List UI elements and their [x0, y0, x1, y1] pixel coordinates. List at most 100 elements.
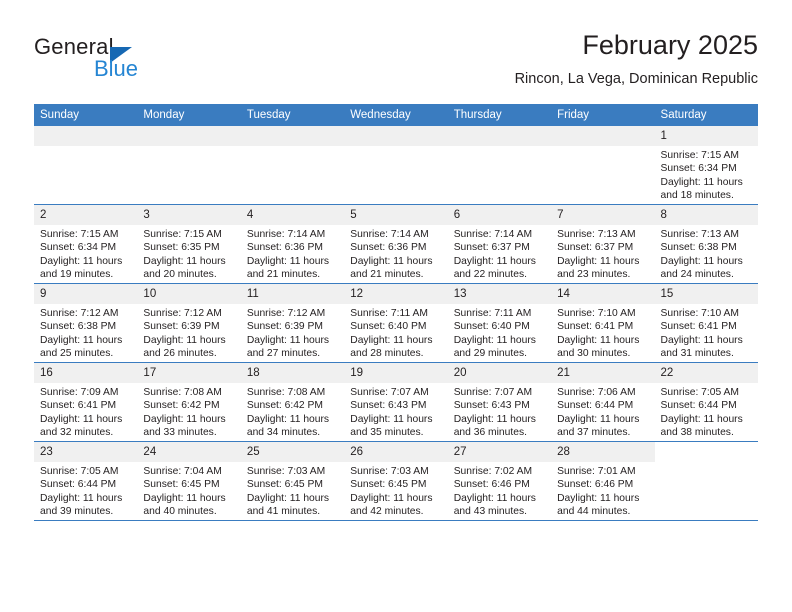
day-info-line: Daylight: 11 hours	[143, 492, 226, 504]
day-info-line: and 34 minutes.	[246, 427, 321, 439]
day-number: 4	[240, 205, 345, 225]
day-info-line: and 43 minutes.	[453, 506, 527, 518]
calendar-day-cell[interactable]: 26 Sunrise: 7:03 AM Sunset: 6:45 PM Dayligh…	[344, 441, 448, 521]
day-info-line: Sunrise: 7:03 AM	[350, 466, 429, 477]
day-sun-info: Sunrise: 7:05 AM Sunset: 6:44 PM Daylight:…	[655, 383, 758, 440]
calendar-day-cell[interactable]: 20 Sunrise: 7:07 AM Sunset: 6:43 PM Dayligh…	[447, 362, 552, 442]
calendar-day-cell-empty	[344, 126, 448, 205]
day-info-line: Daylight: 11 hours	[660, 176, 743, 188]
calendar-day-cell[interactable]: 8 Sunrise: 7:13 AM Sunset: 6:38 PM Daylight…	[654, 204, 758, 284]
day-sun-info: Sunrise: 7:02 AM Sunset: 6:46 PM Daylight:…	[448, 462, 551, 519]
calendar-day-cell[interactable]: 14 Sunrise: 7:10 AM Sunset: 6:41 PM Dayligh…	[551, 283, 655, 363]
day-number: 25	[240, 442, 345, 462]
day-info-line: and 25 minutes.	[40, 348, 114, 360]
calendar-grid: Sunday Monday Tuesday Wednesday Thursday Frid…	[34, 104, 758, 521]
calendar-day-cell[interactable]: 15 Sunrise: 7:10 AM Sunset: 6:41 PM Dayligh…	[654, 283, 758, 363]
day-sun-info: Sunrise: 7:10 AM Sunset: 6:41 PM Daylight:…	[655, 304, 758, 361]
day-sun-info: Sunrise: 7:08 AM Sunset: 6:42 PM Daylight:…	[241, 383, 344, 440]
day-info-line: and 20 minutes.	[143, 269, 217, 281]
day-info-line: and 24 minutes.	[660, 269, 734, 281]
calendar-day-cell-empty	[551, 126, 655, 205]
day-sun-info: Sunrise: 7:07 AM Sunset: 6:43 PM Daylight:…	[344, 383, 447, 440]
day-info-line: Daylight: 11 hours	[660, 255, 743, 267]
day-info-line: Daylight: 11 hours	[143, 413, 226, 425]
calendar-day-cell[interactable]: 24 Sunrise: 7:04 AM Sunset: 6:45 PM Dayligh…	[137, 441, 241, 521]
logo-text-blue: Blue	[94, 56, 139, 81]
day-number: 2	[34, 205, 138, 225]
day-number: 7	[551, 205, 655, 225]
day-info-line: and 27 minutes.	[246, 348, 321, 360]
day-info-line: Sunrise: 7:07 AM	[453, 387, 533, 398]
day-info-line: and 18 minutes.	[660, 190, 734, 202]
calendar-day-cell[interactable]: 10 Sunrise: 7:12 AM Sunset: 6:39 PM Dayligh…	[137, 283, 241, 363]
day-info-line: Sunrise: 7:08 AM	[143, 387, 222, 398]
day-info-line: Sunset: 6:43 PM	[350, 400, 427, 412]
calendar-day-cell[interactable]: 11 Sunrise: 7:12 AM Sunset: 6:39 PM Dayligh…	[240, 283, 345, 363]
day-info-line: Sunset: 6:42 PM	[246, 400, 323, 412]
day-info-line: Sunset: 6:35 PM	[143, 242, 220, 254]
weekday-header-tuesday: Tuesday	[240, 104, 345, 126]
calendar-day-cell-empty	[240, 126, 345, 205]
calendar-day-cell[interactable]: 19 Sunrise: 7:07 AM Sunset: 6:43 PM Dayligh…	[344, 362, 448, 442]
day-sun-info: Sunrise: 7:04 AM Sunset: 6:45 PM Daylight:…	[137, 462, 240, 519]
calendar-day-cell[interactable]: 6 Sunrise: 7:14 AM Sunset: 6:37 PM Daylight…	[447, 204, 552, 284]
day-info-line: Daylight: 11 hours	[40, 334, 123, 346]
day-info-line: Sunset: 6:40 PM	[453, 321, 530, 333]
day-number: 13	[447, 284, 552, 304]
calendar-day-cell[interactable]: 12 Sunrise: 7:11 AM Sunset: 6:40 PM Dayligh…	[344, 283, 448, 363]
calendar-day-cell[interactable]: 28 Sunrise: 7:01 AM Sunset: 6:46 PM Dayligh…	[551, 441, 655, 521]
calendar-day-cell[interactable]: 7 Sunrise: 7:13 AM Sunset: 6:37 PM Daylight…	[551, 204, 655, 284]
day-info-line: Sunrise: 7:14 AM	[453, 229, 533, 240]
calendar-day-cell[interactable]: 1 Sunrise: 7:15 AM Sunset: 6:34 PM Daylight…	[654, 126, 758, 205]
calendar-day-cell[interactable]: 18 Sunrise: 7:08 AM Sunset: 6:42 PM Dayligh…	[240, 362, 345, 442]
day-info-line: Daylight: 11 hours	[143, 255, 226, 267]
day-number: 11	[240, 284, 345, 304]
calendar-day-cell[interactable]: 13 Sunrise: 7:11 AM Sunset: 6:40 PM Dayligh…	[447, 283, 552, 363]
calendar-day-cell[interactable]: 16 Sunrise: 7:09 AM Sunset: 6:41 PM Dayligh…	[34, 362, 138, 442]
day-info-line: Sunrise: 7:09 AM	[40, 387, 119, 398]
calendar-day-cell[interactable]: 5 Sunrise: 7:14 AM Sunset: 6:36 PM Daylight…	[344, 204, 448, 284]
day-sun-info: Sunrise: 7:11 AM Sunset: 6:40 PM Daylight:…	[344, 304, 447, 361]
calendar-day-cell[interactable]: 21 Sunrise: 7:06 AM Sunset: 6:44 PM Dayligh…	[551, 362, 655, 442]
day-info-line: Sunset: 6:39 PM	[143, 321, 220, 333]
day-info-line: Daylight: 11 hours	[246, 334, 330, 346]
calendar-day-cell[interactable]: 25 Sunrise: 7:03 AM Sunset: 6:45 PM Dayligh…	[240, 441, 345, 521]
day-info-line: Sunset: 6:45 PM	[143, 479, 220, 491]
day-info-line: Sunset: 6:36 PM	[350, 242, 427, 254]
day-info-line: and 30 minutes.	[557, 348, 631, 360]
calendar-day-cell[interactable]: 22 Sunrise: 7:05 AM Sunset: 6:44 PM Dayligh…	[654, 362, 758, 442]
day-number: 10	[137, 284, 241, 304]
calendar-week-row: 16 Sunrise: 7:09 AM Sunset: 6:41 PM Dayligh…	[34, 362, 758, 442]
day-info-line: Sunrise: 7:14 AM	[350, 229, 429, 240]
day-info-line: Sunrise: 7:12 AM	[143, 308, 222, 319]
day-sun-info: Sunrise: 7:06 AM Sunset: 6:44 PM Daylight:…	[551, 383, 654, 440]
day-info-line: and 28 minutes.	[350, 348, 424, 360]
day-info-line: Sunrise: 7:08 AM	[246, 387, 326, 398]
day-info-line: Sunrise: 7:11 AM	[350, 308, 428, 319]
calendar-day-cell[interactable]: 9 Sunrise: 7:12 AM Sunset: 6:38 PM Daylight…	[34, 283, 138, 363]
day-info-line: Daylight: 11 hours	[40, 492, 123, 504]
calendar-day-cell[interactable]: 2 Sunrise: 7:15 AM Sunset: 6:34 PM Daylight…	[34, 204, 138, 284]
day-info-line: Sunset: 6:43 PM	[453, 400, 530, 412]
day-sun-info: Sunrise: 7:15 AM Sunset: 6:34 PM Daylight:…	[655, 146, 758, 203]
weekday-header-saturday: Saturday	[654, 104, 758, 126]
day-info-line: and 23 minutes.	[557, 269, 631, 281]
day-sun-info: Sunrise: 7:09 AM Sunset: 6:41 PM Daylight:…	[34, 383, 137, 440]
calendar-day-cell[interactable]: 17 Sunrise: 7:08 AM Sunset: 6:42 PM Dayligh…	[137, 362, 241, 442]
general-blue-logo[interactable]: General Blue	[34, 34, 264, 90]
calendar-day-cell[interactable]: 27 Sunrise: 7:02 AM Sunset: 6:46 PM Dayligh…	[447, 441, 552, 521]
day-number: 27	[447, 442, 552, 462]
calendar-day-cell[interactable]: 4 Sunrise: 7:14 AM Sunset: 6:36 PM Daylight…	[240, 204, 345, 284]
day-number: 1	[654, 126, 758, 146]
day-info-line: Sunset: 6:44 PM	[557, 400, 634, 412]
weekday-header-thursday: Thursday	[447, 104, 552, 126]
calendar-week-row: 1 Sunrise: 7:15 AM Sunset: 6:34 PM Daylight…	[34, 126, 758, 205]
day-info-line: Sunrise: 7:13 AM	[557, 229, 636, 240]
day-sun-info: Sunrise: 7:12 AM Sunset: 6:39 PM Daylight:…	[137, 304, 240, 361]
day-info-line: Sunrise: 7:15 AM	[40, 229, 119, 240]
calendar-day-cell[interactable]: 23 Sunrise: 7:05 AM Sunset: 6:44 PM Dayligh…	[34, 441, 138, 521]
day-info-line: Daylight: 11 hours	[557, 492, 640, 504]
day-sun-info: Sunrise: 7:01 AM Sunset: 6:46 PM Daylight:…	[551, 462, 654, 519]
day-info-line: and 31 minutes.	[660, 348, 734, 360]
calendar-day-cell[interactable]: 3 Sunrise: 7:15 AM Sunset: 6:35 PM Daylight…	[137, 204, 241, 284]
